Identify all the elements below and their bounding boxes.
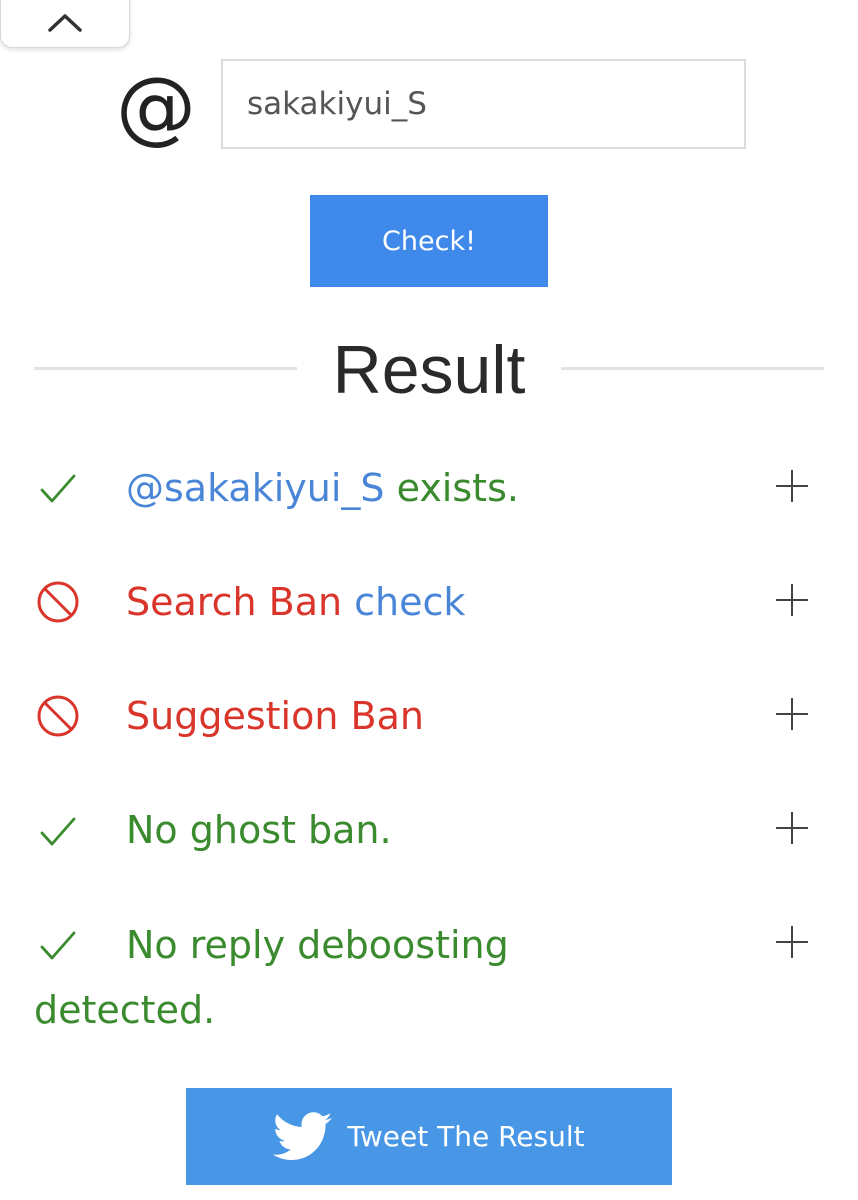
check-button[interactable]: Check! — [310, 195, 548, 287]
reply-deboosting-continued: detected. — [34, 988, 216, 1032]
tweet-result-button[interactable]: Tweet The Result — [186, 1088, 672, 1185]
twitter-bird-icon — [273, 1111, 333, 1160]
result-row-ghost-ban: No ghost ban. — [126, 808, 392, 852]
plus-icon[interactable] — [772, 922, 812, 962]
result-row-suggestion-ban: Suggestion Ban — [126, 694, 424, 738]
result-row-search-ban: Search Ban check — [126, 577, 465, 627]
prohibited-icon — [37, 581, 79, 623]
divider-left — [34, 367, 297, 370]
plus-icon[interactable] — [772, 694, 812, 734]
tweet-result-label: Tweet The Result — [347, 1120, 585, 1153]
divider-right — [561, 367, 824, 370]
exists-text: exists. — [384, 466, 519, 510]
check-icon — [40, 931, 76, 960]
chevron-up-icon — [48, 14, 82, 32]
search-ban-text: Search Ban — [126, 580, 355, 624]
handle-link[interactable]: @sakakiyui_S — [126, 466, 385, 510]
search-ban-check-link[interactable]: check — [354, 580, 465, 624]
prohibited-icon — [37, 695, 79, 737]
plus-icon[interactable] — [772, 808, 812, 848]
check-icon — [40, 474, 76, 503]
plus-icon[interactable] — [772, 580, 812, 620]
result-row-exists: @sakakiyui_S exists. — [126, 463, 519, 513]
check-icon — [40, 817, 76, 846]
collapse-toggle[interactable] — [0, 0, 130, 48]
result-row-reply-deboosting: No reply deboosting — [126, 923, 509, 967]
username-input[interactable] — [221, 59, 746, 149]
result-heading: Result — [332, 332, 526, 408]
plus-icon[interactable] — [772, 466, 812, 506]
at-symbol: @ — [116, 60, 196, 153]
